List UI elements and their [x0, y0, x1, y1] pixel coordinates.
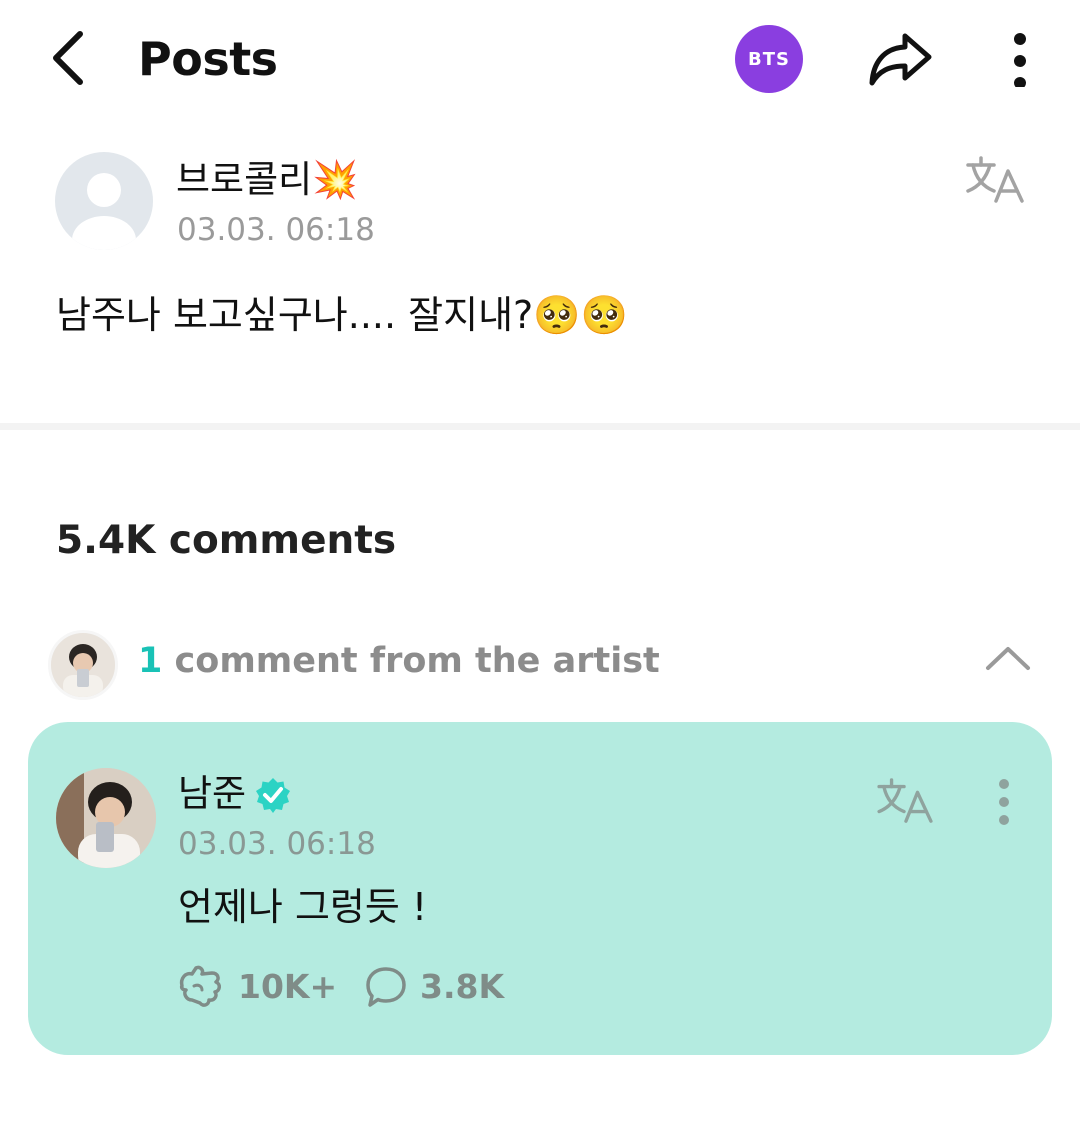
collapse-button[interactable] [978, 628, 1038, 688]
comment-timestamp: 03.03. 06:18 [178, 826, 376, 862]
reply-count: 3.8K [420, 967, 505, 1006]
post-timestamp: 03.03. 06:18 [177, 212, 375, 248]
artist-mini-avatar [48, 630, 118, 700]
back-button[interactable] [40, 26, 96, 90]
like-button[interactable]: 10K+ [176, 964, 337, 1010]
author-avatar[interactable] [55, 152, 153, 250]
share-icon [869, 33, 932, 86]
comments-count: 5.4K comments [56, 518, 397, 563]
more-vertical-icon [999, 779, 1009, 825]
section-divider [0, 423, 1080, 430]
artist-avatar[interactable] [56, 768, 156, 868]
back-arrow-icon [53, 31, 83, 85]
artist-name[interactable]: 남준 [178, 770, 246, 818]
community-badge[interactable]: BTS [735, 25, 803, 93]
like-count: 10K+ [238, 967, 338, 1006]
translate-button[interactable] [962, 150, 1028, 210]
more-options-button[interactable] [998, 26, 1042, 92]
artist-comment-count: 1 [138, 641, 163, 681]
comment-body: 언제나 그렁듯 ! [178, 885, 428, 929]
verified-icon [256, 778, 290, 813]
artist-comment-label: comment from the artist [174, 641, 660, 681]
chevron-up-icon [986, 647, 1030, 670]
more-vertical-icon [1014, 33, 1026, 87]
default-avatar-icon [72, 173, 136, 250]
comment-icon [366, 967, 406, 1007]
artist-comment-summary[interactable]: 1 comment from the artist [138, 638, 660, 684]
reply-button[interactable]: 3.8K [364, 964, 504, 1010]
comment-translate-button[interactable] [872, 772, 938, 830]
translate-icon [877, 778, 933, 823]
translate-icon [966, 156, 1024, 203]
comment-more-button[interactable] [982, 772, 1026, 832]
share-button[interactable] [862, 28, 938, 88]
page-title: Posts [138, 32, 278, 86]
like-icon [179, 965, 221, 1007]
post-body: 남주나 보고싶구나.... 잘지내?🥺🥺 [56, 293, 628, 337]
author-name[interactable]: 브로콜리💥 [176, 156, 358, 204]
